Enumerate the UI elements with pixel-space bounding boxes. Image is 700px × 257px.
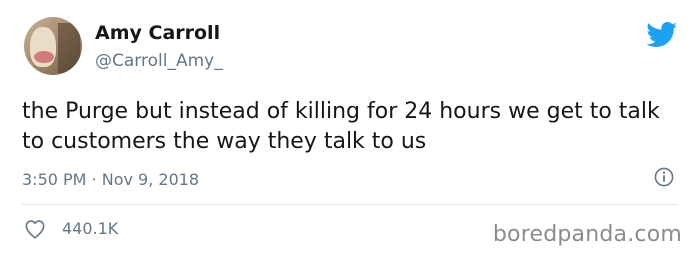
tweet-timestamp[interactable]: 3:50 PM · Nov 9, 2018	[22, 170, 199, 189]
heart-icon[interactable]	[24, 219, 46, 239]
author-handle[interactable]: @Carroll_Amy_	[95, 51, 223, 71]
tweet-card: Amy Carroll @Carroll_Amy_ the Purge but …	[0, 0, 700, 257]
like-count[interactable]: 440.1K	[62, 219, 118, 238]
watermark: boredpanda.com	[492, 222, 682, 247]
tweet-text: the Purge but instead of killing for 24 …	[22, 99, 660, 154]
avatar[interactable]	[24, 17, 82, 75]
author-name[interactable]: Amy Carroll	[95, 22, 220, 44]
twitter-bird-icon[interactable]	[646, 22, 678, 48]
info-icon[interactable]	[654, 167, 674, 187]
divider	[22, 204, 678, 205]
